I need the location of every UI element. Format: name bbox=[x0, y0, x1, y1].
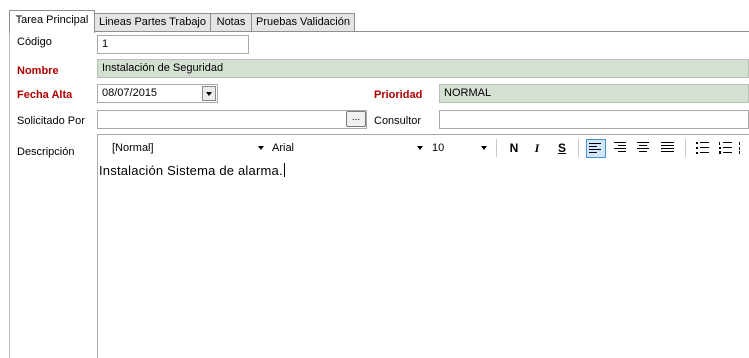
codigo-field[interactable]: 1 bbox=[97, 35, 249, 54]
align-justify-button[interactable] bbox=[658, 139, 678, 158]
solicitado-por-lookup-button[interactable]: ... bbox=[346, 111, 366, 127]
align-left-button[interactable] bbox=[586, 139, 606, 158]
numbered-list-icon bbox=[719, 142, 732, 154]
toolbar-separator bbox=[685, 139, 686, 157]
fecha-alta-field[interactable]: 08/07/2015 bbox=[97, 84, 218, 103]
bold-button[interactable]: N bbox=[504, 139, 524, 158]
nombre-label: Nombre bbox=[17, 65, 59, 77]
consultor-field[interactable] bbox=[439, 110, 749, 129]
text-caret bbox=[283, 163, 285, 177]
tab-tarea-principal[interactable]: Tarea Principal bbox=[9, 10, 95, 33]
tab-notas[interactable]: Notas bbox=[210, 13, 252, 31]
font-select[interactable]: Arial bbox=[272, 140, 294, 156]
outdent-icon bbox=[739, 142, 740, 154]
prioridad-label: Prioridad bbox=[374, 89, 423, 101]
bullet-list-button[interactable] bbox=[693, 139, 713, 158]
codigo-label: Código bbox=[17, 36, 52, 48]
editor-text: Instalación Sistema de alarma. bbox=[99, 163, 283, 178]
panel-left-border bbox=[9, 32, 10, 358]
nombre-field[interactable]: Instalación de Seguridad bbox=[97, 59, 749, 78]
tab-lineas-partes-trabajo[interactable]: Lineas Partes Trabajo bbox=[94, 13, 211, 31]
size-select[interactable]: 10 bbox=[432, 140, 444, 156]
solicitado-por-label: Solicitado Por bbox=[17, 115, 85, 127]
descripcion-label: Descripción bbox=[17, 146, 75, 158]
align-center-button[interactable] bbox=[634, 139, 654, 158]
tab-pruebas-validacion[interactable]: Pruebas Validación bbox=[251, 13, 355, 31]
style-select[interactable]: [Normal] bbox=[112, 140, 154, 156]
solicitado-por-field[interactable] bbox=[97, 110, 367, 129]
tab-bar: Tarea Principal Lineas Partes Trabajo No… bbox=[0, 0, 749, 33]
align-justify-icon bbox=[661, 142, 674, 152]
tab-divider bbox=[94, 31, 749, 32]
prioridad-field[interactable]: NORMAL bbox=[439, 84, 749, 103]
style-select-chevron-icon[interactable] bbox=[258, 146, 264, 150]
align-left-icon bbox=[589, 143, 601, 153]
italic-button[interactable]: I bbox=[527, 139, 547, 158]
consultor-label: Consultor bbox=[374, 115, 422, 127]
fecha-alta-label: Fecha Alta bbox=[17, 89, 73, 101]
size-select-chevron-icon[interactable] bbox=[481, 146, 487, 150]
bullet-list-icon bbox=[696, 142, 709, 154]
toolbar-separator bbox=[496, 139, 497, 157]
fecha-alta-value: 08/07/2015 bbox=[102, 87, 158, 99]
toolbar-separator bbox=[578, 139, 579, 157]
date-dropdown-button[interactable] bbox=[202, 86, 216, 101]
align-center-icon bbox=[637, 142, 649, 152]
align-right-button[interactable] bbox=[611, 139, 631, 158]
align-right-icon bbox=[614, 142, 626, 152]
strike-button[interactable]: S bbox=[552, 139, 572, 158]
editor-content[interactable]: Instalación Sistema de alarma. bbox=[99, 163, 285, 178]
numbered-list-button[interactable] bbox=[716, 139, 736, 158]
outdent-button[interactable] bbox=[739, 139, 749, 158]
font-select-chevron-icon[interactable] bbox=[417, 146, 423, 150]
